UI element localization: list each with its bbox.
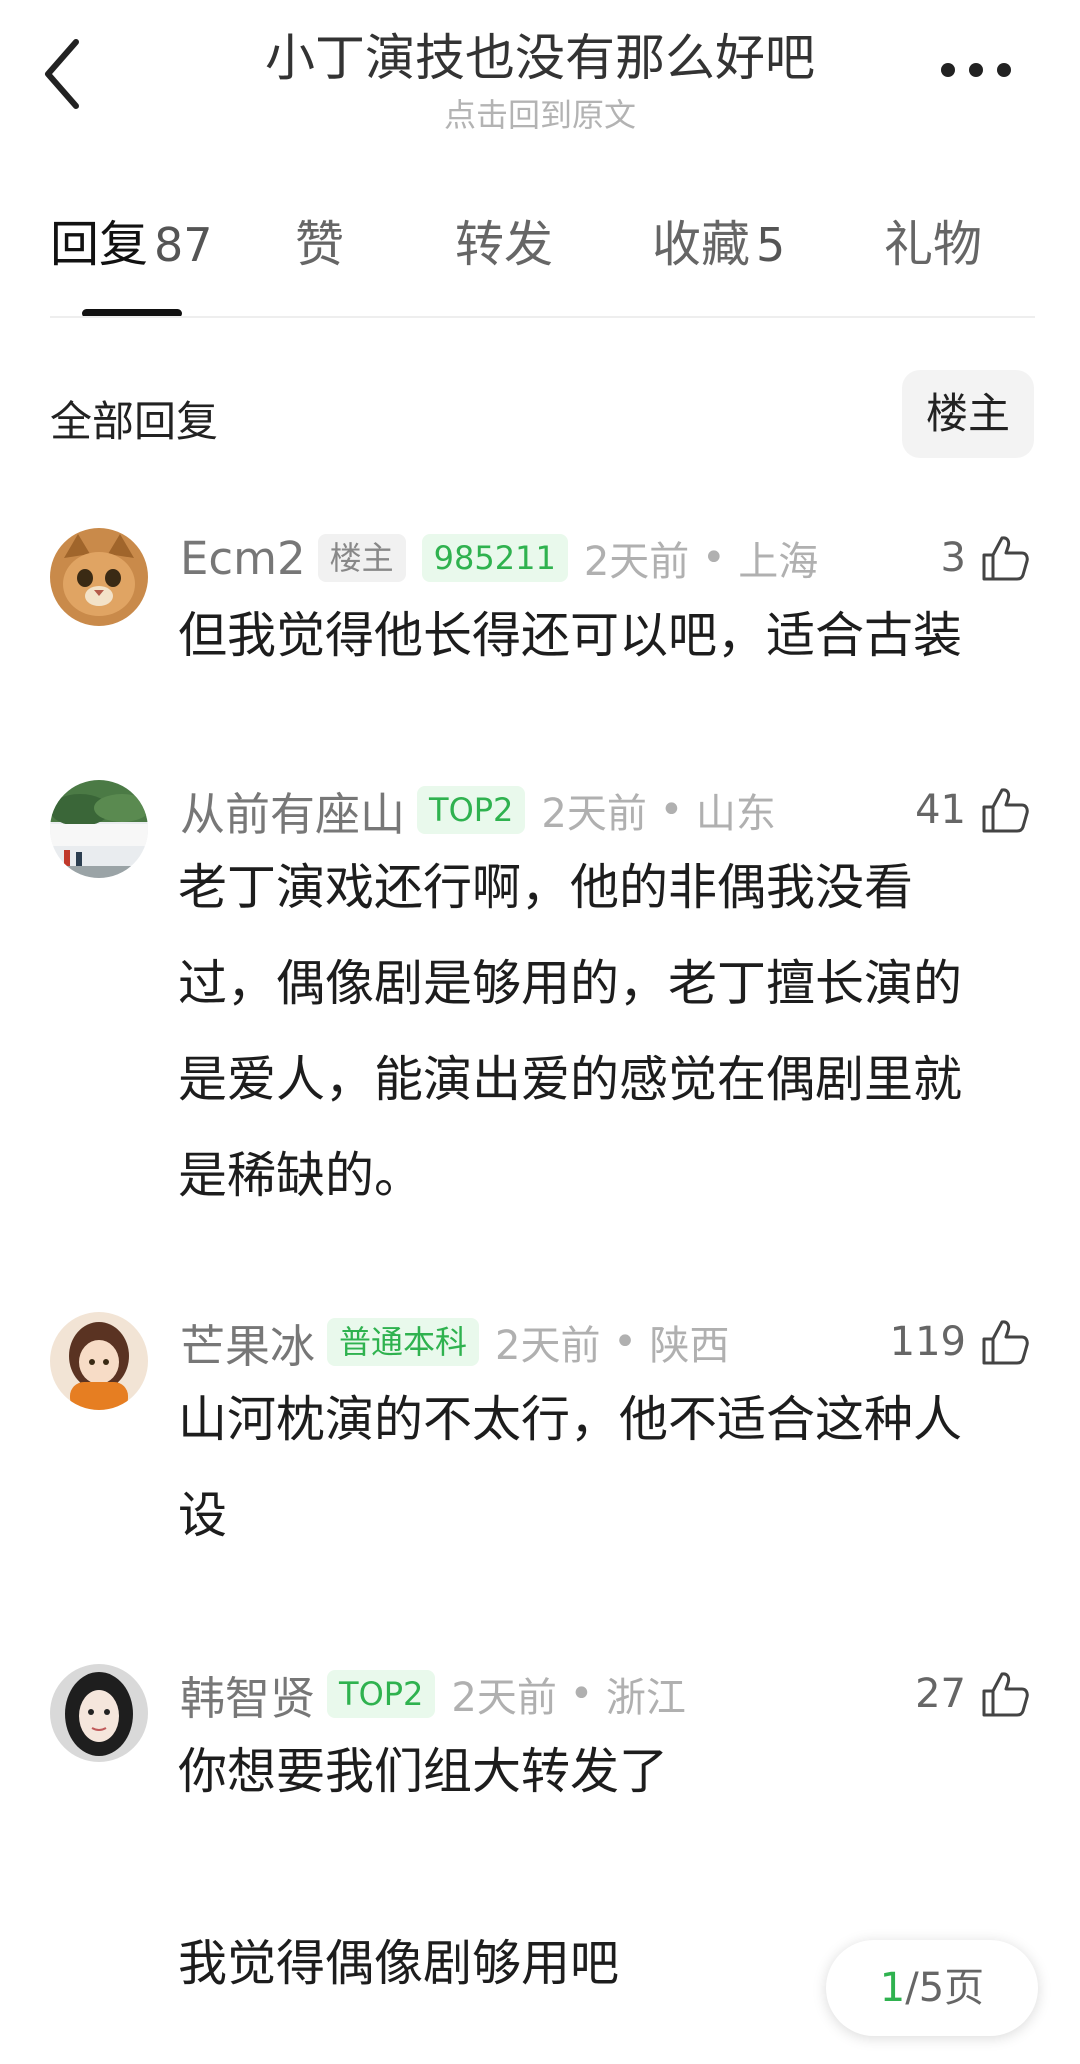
tab-count: 5 — [756, 218, 786, 272]
only-host-button[interactable]: 楼主 — [902, 370, 1034, 458]
portrait-avatar-icon — [50, 1664, 148, 1762]
user-badge: 普通本科 — [327, 1318, 480, 1366]
user-badge: TOP2 — [327, 1670, 436, 1718]
timestamp: 2天前 — [451, 1675, 557, 1721]
location: 山东 — [695, 791, 776, 837]
location: 陕西 — [649, 1323, 730, 1369]
divider — [50, 316, 1035, 318]
comment-meta: 从前有座山 TOP2 2天前 • 山东 — [180, 778, 776, 843]
timestamp: 2天前 — [583, 539, 690, 585]
separator-dot: • — [600, 1319, 650, 1365]
page-indicator-button[interactable]: 1/5页 — [826, 1940, 1038, 2036]
like-button[interactable]: 41 — [915, 780, 1030, 840]
comment-text: 山河枕演的不太行，他不适合这种人 设 — [178, 1391, 963, 1544]
thumbs-up-icon — [982, 788, 1029, 833]
like-button[interactable]: 27 — [915, 1664, 1030, 1724]
tab-replies[interactable]: 回复 87 — [50, 205, 213, 276]
tab-gifts[interactable]: 礼物 — [884, 205, 982, 276]
separator-dot: • — [646, 787, 696, 833]
tab-label: 赞 — [295, 216, 345, 273]
timestamp: 2天前 — [541, 791, 647, 837]
tab-label: 回复 — [50, 216, 149, 273]
username[interactable]: Ecm2 — [180, 532, 306, 585]
host-badge: 楼主 — [317, 534, 406, 582]
cat-avatar-icon — [50, 528, 148, 626]
thumbs-up-icon — [982, 536, 1029, 581]
tab-favorites[interactable]: 收藏 5 — [652, 205, 785, 276]
tab-reposts[interactable]: 转发 — [455, 205, 553, 276]
back-to-original-link[interactable]: 点击回到原文 — [0, 90, 1080, 136]
user-badge: 985211 — [421, 534, 568, 582]
username[interactable]: 芒果冰 — [180, 1310, 315, 1375]
like-count: 119 — [889, 1319, 966, 1365]
tab-label: 收藏 — [652, 216, 751, 273]
like-button[interactable]: 119 — [890, 1312, 1030, 1372]
tab-likes[interactable]: 赞 — [295, 205, 344, 276]
location: 浙江 — [605, 1675, 686, 1721]
tab-label: 礼物 — [884, 216, 983, 273]
like-button[interactable]: 3 — [941, 528, 1030, 588]
avatar[interactable] — [50, 1312, 148, 1410]
thumbs-up-icon — [982, 1672, 1029, 1717]
avatar[interactable] — [50, 780, 148, 878]
total-pages: /5页 — [905, 1965, 985, 2011]
more-button[interactable] — [936, 40, 1016, 100]
tab-count: 87 — [154, 218, 213, 272]
like-count: 41 — [915, 787, 966, 833]
landscape-avatar-icon — [50, 780, 148, 878]
username[interactable]: 从前有座山 — [180, 778, 405, 843]
girl-avatar-icon — [50, 1312, 148, 1410]
tab-bar: 回复 87 赞 转发 收藏 5 礼物 — [0, 205, 1080, 318]
more-dots-icon — [941, 63, 1011, 77]
comment-text: 但我觉得他长得还可以吧，适合古装 — [178, 607, 963, 664]
user-badge: TOP2 — [417, 786, 526, 834]
comment-meta: 韩智贤 TOP2 2天前 • 浙江 — [180, 1662, 686, 1727]
page-title[interactable]: 小丁演技也没有那么好吧 — [0, 18, 1080, 90]
filter-label: 全部回复 — [50, 397, 219, 446]
avatar[interactable] — [50, 528, 148, 626]
thumbs-up-icon — [982, 1320, 1029, 1365]
separator-dot: • — [556, 1671, 606, 1717]
separator-dot: • — [689, 535, 739, 581]
username[interactable]: 韩智贤 — [180, 1662, 315, 1727]
like-count: 3 — [940, 535, 966, 581]
like-count: 27 — [915, 1671, 966, 1717]
comment-meta: Ecm2 楼主 985211 2天前 • 上海 — [180, 528, 818, 588]
current-page: 1 — [879, 1965, 906, 2011]
comment-meta: 芒果冰 普通本科 2天前 • 陕西 — [180, 1310, 730, 1375]
comment-text: 老丁演戏还行啊，他的非偶我没看 过，偶像剧是够用的，老丁擅长演的 是爱人，能演出… — [178, 859, 963, 1204]
timestamp: 2天前 — [495, 1323, 601, 1369]
tab-label: 转发 — [455, 216, 554, 273]
location: 上海 — [738, 539, 819, 585]
top-bar: 小丁演技也没有那么好吧 点击回到原文 — [0, 0, 1080, 150]
avatar[interactable] — [50, 1664, 148, 1762]
